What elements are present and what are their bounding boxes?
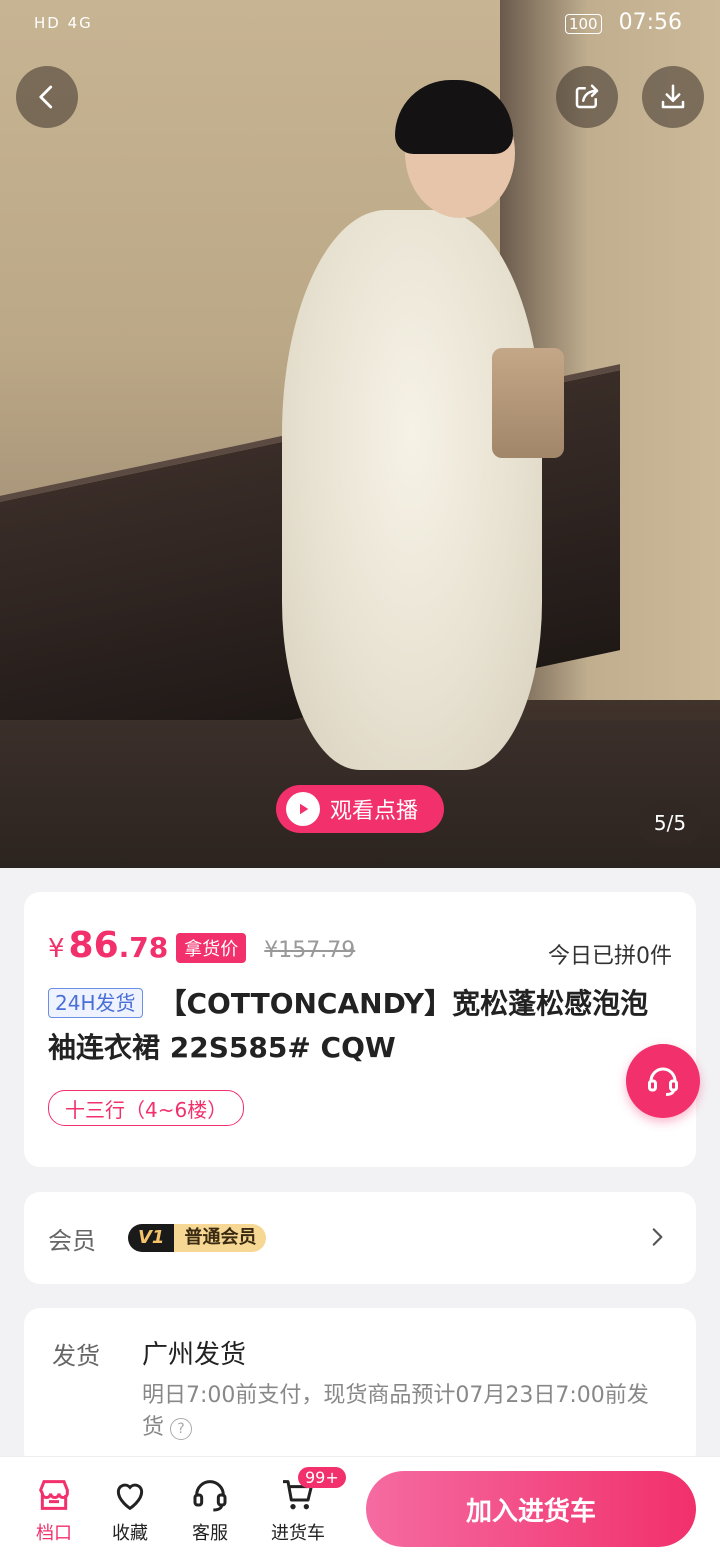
- member-row[interactable]: 会员 V1 普通会员: [24, 1192, 696, 1284]
- image-counter: 5/5: [638, 800, 702, 846]
- tab-service-label: 客服: [192, 1523, 228, 1544]
- watch-video-label: 观看点播: [330, 799, 419, 824]
- share-button[interactable]: [556, 66, 618, 128]
- tab-cart-label: 进货车: [271, 1523, 325, 1544]
- watch-video-button[interactable]: 观看点播: [276, 785, 444, 833]
- network-indicator: HD 4G: [34, 14, 93, 32]
- tab-favorite-label: 收藏: [112, 1523, 148, 1544]
- member-level-name: 普通会员: [174, 1224, 267, 1252]
- store-icon: [39, 1480, 69, 1510]
- sold-today: 今日已拼0件: [548, 944, 672, 969]
- shipping-city: 广州发货: [142, 1340, 247, 1370]
- shipping-badge: 24H发货: [48, 988, 143, 1018]
- photo-dress: [282, 210, 542, 770]
- tab-cart[interactable]: 进货车 99+: [262, 1467, 346, 1545]
- tab-service[interactable]: 客服: [174, 1475, 246, 1545]
- add-to-cart-button[interactable]: 加入进货车: [366, 1471, 696, 1547]
- tab-favorite[interactable]: 收藏: [94, 1475, 166, 1545]
- price-row: ¥86.78 拿货价 ¥157.79: [48, 926, 355, 969]
- photo-hair: [395, 80, 513, 154]
- chevron-right-icon: [652, 1228, 663, 1246]
- market-location-tag[interactable]: 十三行（4~6楼）: [48, 1090, 245, 1126]
- shipping-note: 明日7:00前支付，现货商品预计07月23日7:00前发货?: [142, 1380, 662, 1444]
- heart-icon: [116, 1483, 144, 1511]
- tab-store[interactable]: 档口: [18, 1475, 90, 1545]
- member-level-badge: V1 普通会员: [128, 1224, 267, 1252]
- price: ¥86.78: [48, 926, 168, 969]
- back-button[interactable]: [16, 66, 78, 128]
- price-decimal: .78: [118, 931, 169, 964]
- status-right: 100 07:56: [564, 10, 682, 35]
- shipping-label: 发货: [52, 1342, 100, 1370]
- price-tag: 拿货价: [176, 933, 247, 963]
- product-image[interactable]: HD 4G 100 07:56 观看点播 5/5: [0, 0, 720, 868]
- download-button[interactable]: [642, 66, 704, 128]
- cart-count-badge: 99+: [298, 1467, 346, 1488]
- share-icon: [575, 84, 599, 109]
- shipping-card: 发货 广州发货 明日7:00前支付，现货商品预计07月23日7:00前发货?: [24, 1308, 696, 1468]
- chevron-left-icon: [39, 85, 53, 109]
- bottom-action-bar: 档口 收藏 客服 进货车 99+ 加入进货车: [0, 1456, 720, 1561]
- floating-service-button[interactable]: [626, 1044, 700, 1118]
- battery-level: 100: [564, 14, 602, 34]
- photo-bag: [492, 348, 564, 458]
- original-price: ¥157.79: [264, 938, 356, 963]
- currency-symbol: ¥: [48, 934, 65, 964]
- product-info-card: ¥86.78 拿货价 ¥157.79 今日已拼0件 24H发货 【COTTONCA…: [24, 892, 696, 1167]
- play-icon: [286, 792, 320, 826]
- status-bar: HD 4G 100 07:56: [0, 0, 720, 50]
- download-icon: [661, 84, 685, 109]
- product-title: 24H发货 【COTTONCANDY】宽松蓬松感泡泡袖连衣裙 22S585# CQ…: [48, 982, 658, 1070]
- headset-icon: [648, 1067, 678, 1096]
- member-label: 会员: [48, 1226, 96, 1255]
- price-integer: 86: [68, 925, 119, 966]
- member-level-code: V1: [128, 1224, 175, 1252]
- clock: 07:56: [618, 10, 682, 35]
- tab-store-label: 档口: [36, 1523, 72, 1544]
- help-icon[interactable]: ?: [170, 1418, 193, 1440]
- shipping-note-text: 明日7:00前支付，现货商品预计07月23日7:00前发货: [142, 1383, 649, 1440]
- headset-icon: [193, 1480, 227, 1512]
